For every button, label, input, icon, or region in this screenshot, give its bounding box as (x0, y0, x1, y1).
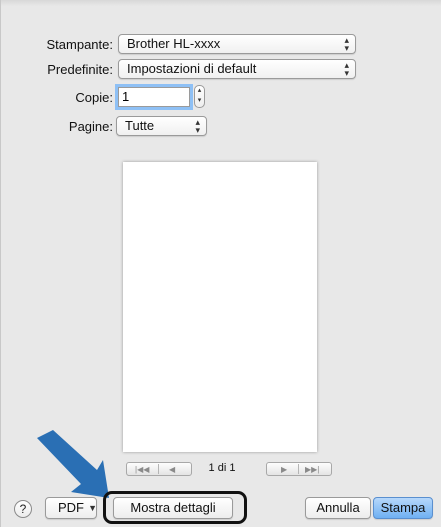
dialog-top-edge (1, 0, 441, 6)
chevron-down-icon: ▼ (88, 503, 97, 513)
pdf-label: PDF (58, 500, 84, 515)
pages-popup[interactable]: Tutte ▴ ▾ (116, 116, 207, 136)
preview-back-buttons[interactable]: |◀◀ ◀ (126, 462, 192, 476)
nav-separator (298, 464, 299, 474)
presets-popup[interactable]: Impostazioni di default ▴ ▾ (118, 59, 356, 79)
printer-value: Brother HL-xxxx (127, 36, 221, 51)
printer-label: Stampante: (46, 37, 114, 52)
cancel-button[interactable]: Annulla (305, 497, 371, 519)
presets-value: Impostazioni di default (127, 61, 257, 76)
page-indicator: 1 di 1 (208, 462, 236, 474)
preview-forward-buttons[interactable]: ▶ ▶▶| (266, 462, 332, 476)
pdf-menu-button[interactable]: PDF ▼ (45, 497, 97, 519)
nav-separator (158, 464, 159, 474)
previous-page-icon[interactable]: ◀ (169, 465, 175, 474)
callout-arrow-icon (37, 430, 109, 498)
first-page-icon[interactable]: |◀◀ (135, 465, 149, 474)
print-button[interactable]: Stampa (373, 497, 433, 519)
popup-arrows-icon: ▴ ▾ (344, 35, 349, 53)
help-button[interactable]: ? (14, 500, 32, 518)
print-dialog: Stampante: Brother HL-xxxx ▴ ▾ Predefinit… (0, 0, 441, 527)
copies-label: Copie: (75, 90, 113, 105)
pages-label: Pagine: (68, 119, 113, 134)
popup-arrows-icon: ▴ ▾ (344, 60, 349, 78)
copies-stepper[interactable]: ▴ ▾ (194, 85, 205, 108)
next-page-icon[interactable]: ▶ (281, 465, 287, 474)
copies-field[interactable]: 1 (118, 87, 190, 107)
callout-highlight-frame (103, 491, 247, 524)
pages-value: Tutte (125, 118, 155, 133)
popup-arrows-icon: ▴ ▾ (195, 117, 200, 135)
presets-label: Predefinite: (47, 62, 113, 77)
printer-popup[interactable]: Brother HL-xxxx ▴ ▾ (118, 34, 356, 54)
last-page-icon[interactable]: ▶▶| (305, 465, 319, 474)
page-preview (123, 162, 317, 452)
